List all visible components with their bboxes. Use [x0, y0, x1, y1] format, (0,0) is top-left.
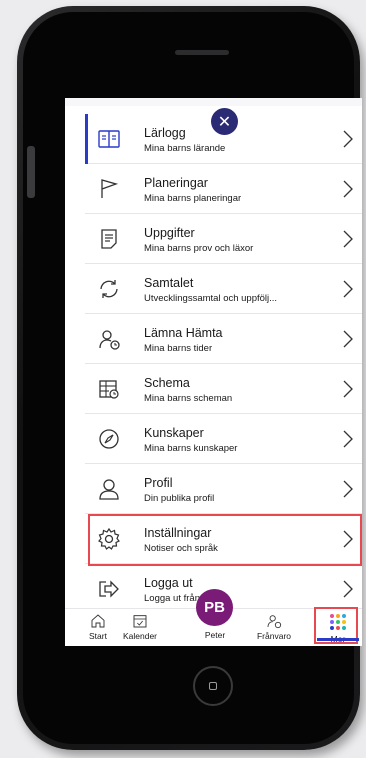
profile-avatar[interactable]: PB: [196, 589, 233, 626]
book-icon: [98, 130, 120, 148]
apps-grid-icon: [330, 614, 346, 630]
menu-item-subtitle: Utvecklingssamtal och uppfölj...: [144, 293, 278, 304]
chevron-right-icon: [343, 180, 353, 198]
chevron-right-icon: [343, 330, 353, 348]
schedule-icon: [99, 380, 119, 399]
tab-kalender[interactable]: Kalender: [115, 613, 165, 641]
menu-item-profil[interactable]: Profil Din publika profil: [85, 464, 362, 514]
menu-item-subtitle: Din publika profil: [144, 493, 215, 504]
menu-item-installningar[interactable]: Inställningar Notiser och språk: [85, 514, 362, 564]
calendar-icon: [133, 615, 147, 628]
menu-item-title: Schema: [144, 376, 190, 390]
menu-item-planeringar[interactable]: Planeringar Mina barns planeringar: [85, 164, 362, 214]
menu-item-lamna-hamta[interactable]: Lämna Hämta Mina barns tider: [85, 314, 362, 364]
menu-item-subtitle: Mina barns prov och läxor: [144, 243, 254, 254]
menu-item-subtitle: Mina barns lärande: [144, 143, 226, 154]
menu-item-subtitle: Mina barns planeringar: [144, 193, 242, 204]
chevron-right-icon: [343, 380, 353, 398]
tab-label: Kalender: [122, 631, 158, 641]
close-button[interactable]: ✕: [211, 108, 238, 135]
menu-item-title: Lämna Hämta: [144, 326, 223, 340]
person-icon: [99, 479, 119, 500]
home-button[interactable]: [193, 666, 233, 706]
profile-name: Peter: [204, 630, 226, 640]
more-menu: Lärlogg Mina barns lärande Planeringar M…: [85, 114, 362, 614]
apps-grid-dot: [330, 620, 334, 624]
home-square-icon: [209, 682, 217, 690]
home-icon: [91, 614, 105, 628]
menu-item-title: Uppgifter: [144, 226, 195, 240]
menu-item-uppgifter[interactable]: Uppgifter Mina barns prov och läxor: [85, 214, 362, 264]
tab-franvaro[interactable]: Frånvaro: [249, 613, 299, 641]
active-tab-underline: [317, 638, 359, 641]
menu-item-title: Logga ut: [144, 576, 193, 590]
apps-grid-dot: [336, 626, 340, 630]
menu-item-subtitle: Mina barns kunskaper: [144, 443, 238, 454]
menu-item-schema[interactable]: Schema Mina barns scheman: [85, 364, 362, 414]
apps-grid-dot: [336, 620, 340, 624]
phone-frame: ✕ Lärlogg Mina barns lärande Planeringar…: [17, 6, 362, 750]
status-strip: [65, 98, 362, 106]
gear-icon: [98, 527, 120, 550]
menu-item-subtitle: Mina barns tider: [144, 343, 213, 354]
chevron-right-icon: [343, 530, 353, 548]
chevron-right-icon: [343, 280, 353, 298]
flag-icon: [101, 179, 119, 198]
menu-item-subtitle: Mina barns scheman: [144, 393, 233, 404]
document-icon: [101, 229, 117, 249]
app-screen: ✕ Lärlogg Mina barns lärande Planeringar…: [65, 98, 362, 646]
apps-grid-dot: [342, 620, 346, 624]
refresh-icon: [100, 280, 118, 298]
menu-item-subtitle: Logga ut från: [144, 593, 200, 604]
menu-item-title: Profil: [144, 476, 173, 490]
phone-speaker: [175, 50, 229, 55]
menu-item-title: Kunskaper: [144, 426, 204, 440]
logout-icon: [99, 580, 119, 598]
person-clock-icon: [99, 330, 120, 350]
tab-label: Frånvaro: [256, 631, 291, 641]
menu-item-subtitle: Notiser och språk: [144, 543, 218, 554]
chevron-right-icon: [343, 480, 353, 498]
apps-grid-dot: [342, 614, 346, 618]
menu-item-title: Planeringar: [144, 176, 208, 190]
side-button: [27, 146, 35, 198]
apps-grid-dot: [336, 614, 340, 618]
chevron-right-icon: [343, 130, 353, 148]
apps-grid-dot: [330, 626, 334, 630]
chevron-right-icon: [343, 580, 353, 598]
person-clock-icon: [267, 615, 282, 629]
menu-item-title: Lärlogg: [144, 126, 186, 140]
active-indicator: [85, 114, 88, 164]
menu-item-title: Inställningar: [144, 526, 212, 540]
compass-icon: [99, 429, 119, 449]
apps-grid-dot: [330, 614, 334, 618]
apps-grid-dot: [342, 626, 346, 630]
chevron-right-icon: [343, 430, 353, 448]
menu-item-kunskaper[interactable]: Kunskaper Mina barns kunskaper: [85, 414, 362, 464]
tab-label: Start: [89, 631, 107, 641]
menu-item-samtalet[interactable]: Samtalet Utvecklingssamtal och uppfölj..…: [85, 264, 362, 314]
menu-item-title: Samtalet: [144, 276, 194, 290]
chevron-right-icon: [343, 230, 353, 248]
